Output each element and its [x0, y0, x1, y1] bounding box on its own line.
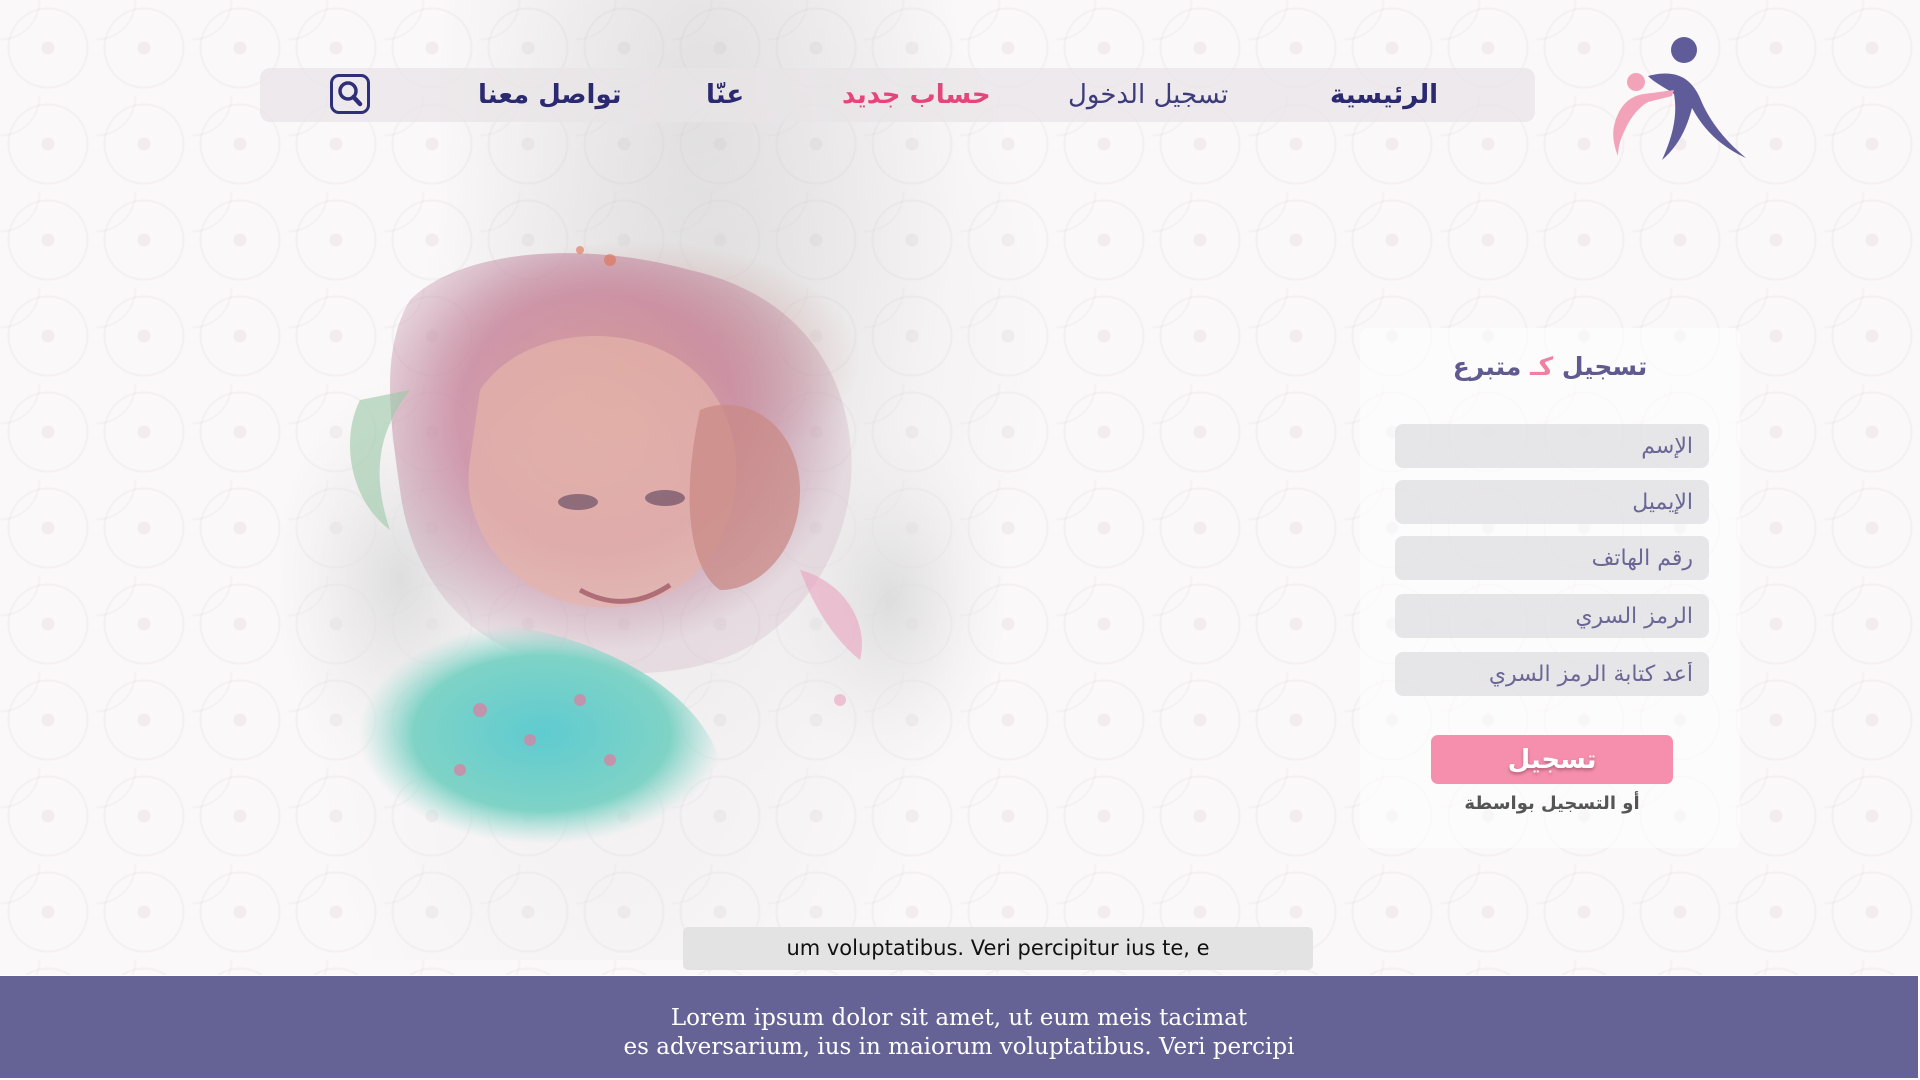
alt-signup-text: أو التسجيل بواسطة	[1464, 793, 1640, 814]
phone-field[interactable]	[1395, 536, 1709, 580]
search-button[interactable]	[330, 74, 370, 114]
hero-children-image	[270, 240, 1020, 860]
form-title-suffix: متبرع	[1452, 352, 1522, 381]
nav-home[interactable]: الرئيسية	[1330, 70, 1438, 120]
form-title: تسجيل كـ متبرع	[1395, 352, 1705, 381]
nav-contact[interactable]: تواصل معنا	[478, 70, 622, 120]
footer-text-line-1: Lorem ipsum dolor sit amet, ut eum meis …	[670, 1005, 1248, 1031]
confirm-password-field[interactable]	[1395, 652, 1709, 696]
logo[interactable]	[1608, 34, 1750, 162]
nav-about[interactable]: عنّا	[706, 70, 744, 120]
email-field[interactable]	[1395, 480, 1709, 524]
search-icon	[338, 81, 363, 107]
footer-text-line-2: es adversarium, ius in maiorum voluptati…	[623, 1034, 1295, 1060]
password-field[interactable]	[1395, 594, 1709, 638]
news-ticker: um voluptatibus. Veri percipitur ius te,…	[683, 927, 1313, 970]
nav-login[interactable]: تسجيل الدخول	[1068, 70, 1228, 120]
logo-mark-icon	[1613, 37, 1746, 160]
form-title-accent: كـ	[1530, 352, 1554, 381]
form-title-prefix: تسجيل	[1561, 352, 1648, 381]
name-field[interactable]	[1395, 424, 1709, 468]
nav-new-account[interactable]: حساب جديد	[842, 70, 991, 120]
register-button[interactable]: تسجيل	[1431, 735, 1673, 784]
